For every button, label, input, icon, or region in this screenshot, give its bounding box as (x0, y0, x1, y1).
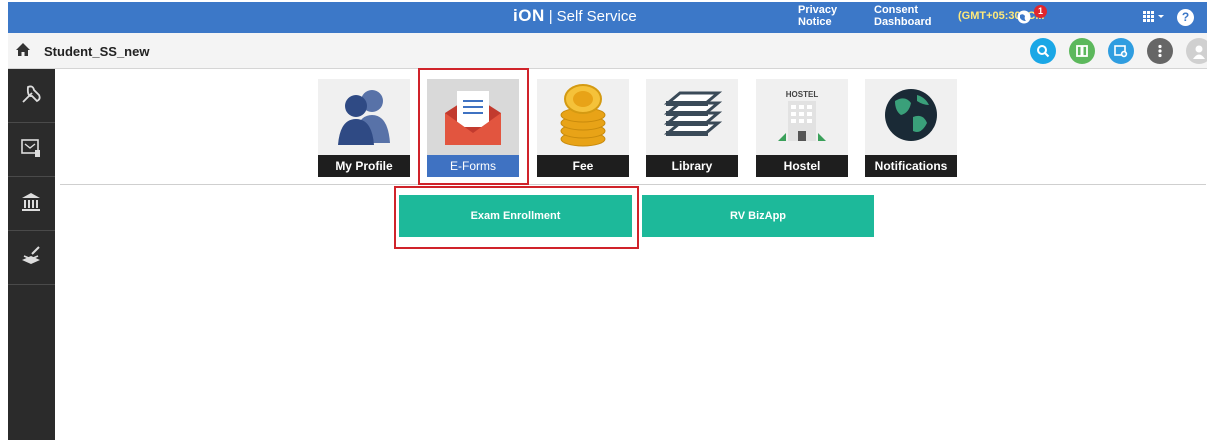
notification-badge: 1 (1034, 5, 1047, 18)
hostel-sign: HOSTEL (786, 90, 819, 99)
sidebar-item-stack[interactable] (8, 231, 55, 285)
tile-label: Notifications (865, 155, 957, 177)
top-bar: iON | Self Service Privacy Notice Consent … (8, 2, 1207, 33)
help-icon[interactable]: ? (1177, 9, 1194, 26)
more-menu-icon[interactable] (1147, 38, 1173, 64)
rv-bizapp-button[interactable]: RV BizApp (642, 195, 874, 237)
institution-icon (22, 193, 40, 211)
profile-icon (318, 79, 410, 155)
message-icon (21, 139, 40, 157)
breadcrumb-bar: Student_SS_new (8, 33, 1207, 69)
search-icon[interactable] (1030, 38, 1056, 64)
avatar[interactable] (1186, 38, 1207, 64)
home-icon[interactable] (14, 41, 32, 59)
coins-icon (537, 79, 629, 155)
stack-icon (22, 246, 40, 264)
highlight-e-forms (418, 68, 529, 185)
app-brand: iON | Self Service (513, 6, 637, 25)
tile-fee[interactable]: Fee (537, 79, 629, 177)
tile-label: Hostel (756, 155, 848, 177)
globe-icon (865, 79, 957, 155)
app-logo: iON (513, 6, 545, 25)
sidebar (8, 69, 55, 440)
tile-library[interactable]: Library (646, 79, 738, 177)
hostel-icon: HOSTEL (756, 79, 848, 155)
highlight-exam-enrollment (394, 186, 639, 249)
page-title: Student_SS_new (44, 44, 150, 59)
tools-icon (22, 85, 41, 103)
consent-dashboard-link[interactable]: Consent Dashboard (874, 4, 944, 28)
tile-label: My Profile (318, 155, 410, 177)
sidebar-item-messages[interactable] (8, 123, 55, 177)
sidebar-item-tools[interactable] (8, 69, 55, 123)
add-window-icon[interactable] (1108, 38, 1134, 64)
app-title: Self Service (556, 8, 637, 25)
tile-hostel[interactable]: HOSTEL Hostel (756, 79, 848, 177)
tile-my-profile[interactable]: My Profile (318, 79, 410, 177)
section-divider (60, 184, 1206, 185)
books-icon (646, 79, 738, 155)
apps-grid-icon[interactable] (1142, 9, 1166, 25)
tile-notifications[interactable]: Notifications (865, 79, 957, 177)
globe-language-icon[interactable] (1016, 9, 1032, 25)
tile-label: Library (646, 155, 738, 177)
panel-toggle-icon[interactable] (1069, 38, 1095, 64)
privacy-notice-link[interactable]: Privacy Notice (798, 4, 848, 28)
sidebar-item-institution[interactable] (8, 177, 55, 231)
tile-label: Fee (537, 155, 629, 177)
